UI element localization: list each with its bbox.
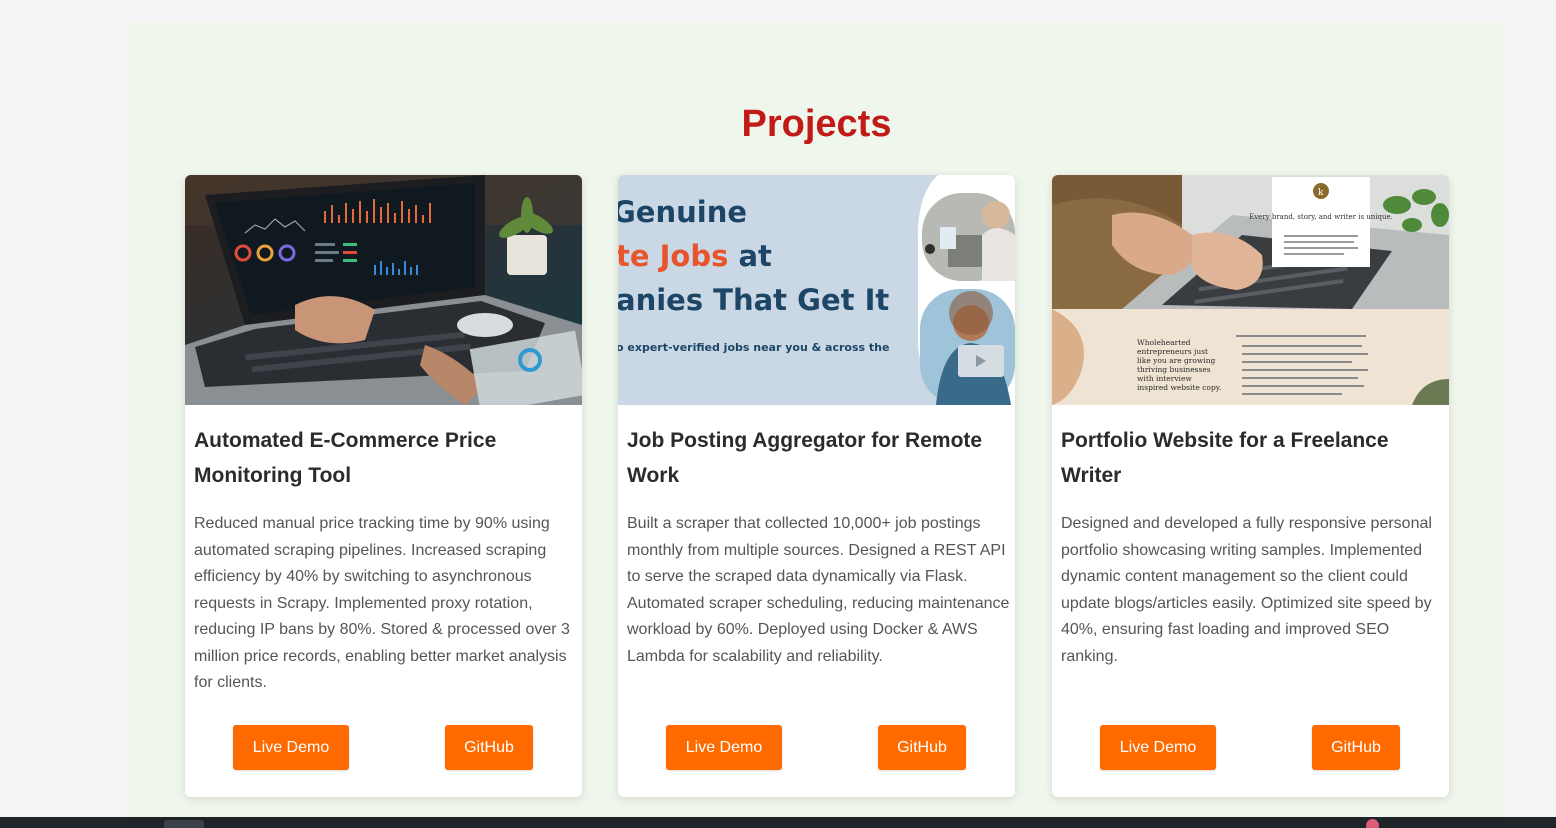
mockup-heading: Every brand, story, and writer is unique… — [1249, 213, 1393, 221]
project-image-laptop-dashboard — [185, 175, 582, 405]
logo-letter: k — [1318, 188, 1324, 198]
live-demo-button[interactable]: Live Demo — [666, 725, 782, 770]
side-text-line: Wholehearted — [1137, 338, 1191, 347]
banner-line-1: Genuine — [618, 195, 747, 229]
side-text-line: entrepreneurs just — [1137, 347, 1208, 356]
project-title: Job Posting Aggregator for Remote Work — [627, 429, 983, 487]
remote-jobs-banner: Genuine te Jobs at anies That Get It o e… — [618, 175, 1015, 405]
side-text-line: inspired website copy. — [1137, 383, 1221, 392]
laptop-dashboard-illustration — [185, 175, 582, 405]
taskbar-app-icon[interactable] — [164, 820, 204, 828]
side-text-line: like you are growing — [1137, 356, 1216, 365]
project-image-writer-portfolio: k Every brand, story, and writer is uniq… — [1052, 175, 1449, 405]
project-card: Automated E-Commerce Price Monitoring To… — [185, 175, 582, 797]
projects-section: Projects Automated E-Commerce Price Moni… — [127, 22, 1506, 828]
side-text-line: thriving businesses — [1137, 365, 1211, 374]
banner-line-4: o expert-verified jobs near you & across… — [618, 341, 889, 354]
live-demo-button[interactable]: Live Demo — [233, 725, 349, 770]
side-text-line: with interview — [1137, 374, 1192, 383]
github-button[interactable]: GitHub — [878, 725, 966, 770]
github-button[interactable]: GitHub — [445, 725, 533, 770]
project-description: Designed and developed a fully responsiv… — [1061, 515, 1432, 665]
project-card: k Every brand, story, and writer is uniq… — [1052, 175, 1449, 797]
project-image-remote-jobs: Genuine te Jobs at anies That Get It o e… — [618, 175, 1015, 405]
banner-line-2-rest: at — [728, 239, 772, 273]
page: Projects Automated E-Commerce Price Moni… — [0, 0, 1556, 828]
banner-line-3: anies That Get It — [618, 283, 889, 317]
project-card: Genuine te Jobs at anies That Get It o e… — [618, 175, 1015, 797]
project-title: Portfolio Website for a Freelance Writer — [1061, 429, 1389, 487]
banner-line-2-accent: te Jobs — [618, 239, 728, 273]
project-description: Reduced manual price tracking time by 90… — [194, 515, 570, 691]
banner-line-2: te Jobs at — [618, 239, 772, 273]
live-demo-button[interactable]: Live Demo — [1100, 725, 1216, 770]
writer-portfolio-mockup: k Every brand, story, and writer is uniq… — [1052, 175, 1449, 405]
project-description: Built a scraper that collected 10,000+ j… — [627, 515, 1010, 665]
github-button[interactable]: GitHub — [1312, 725, 1400, 770]
notification-badge-icon[interactable] — [1366, 819, 1379, 828]
project-title: Automated E-Commerce Price Monitoring To… — [194, 429, 497, 487]
os-taskbar — [0, 817, 1556, 828]
section-title: Projects — [741, 103, 892, 145]
